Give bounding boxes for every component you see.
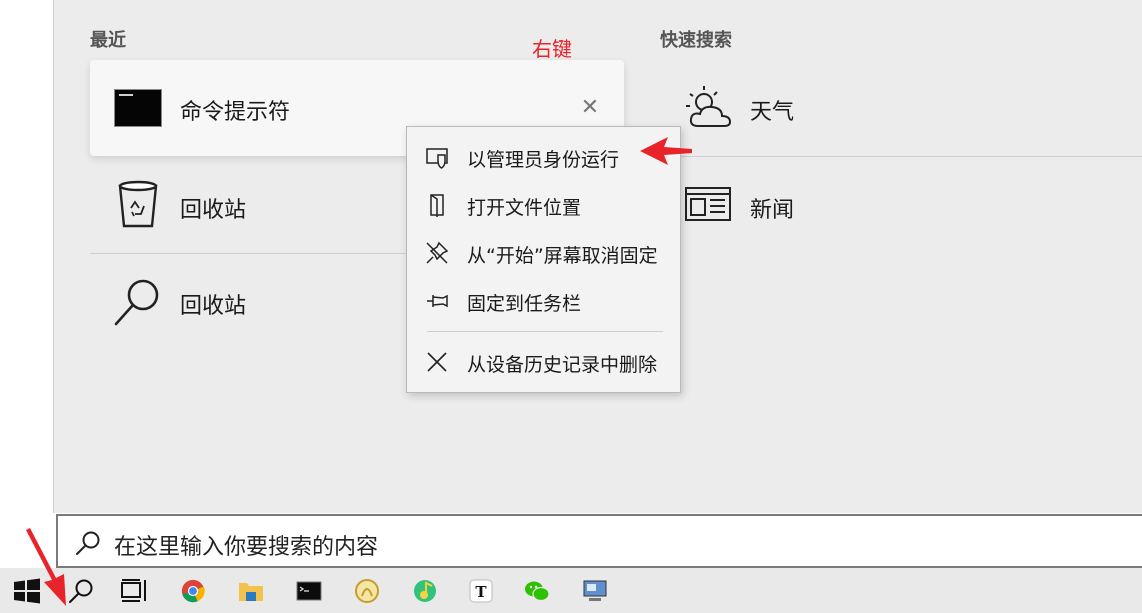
context-menu-pin-to-taskbar[interactable]: 固定到任务栏 xyxy=(407,280,680,322)
taskbar-remote-desktop[interactable] xyxy=(568,568,622,613)
context-menu-label: 固定到任务栏 xyxy=(467,293,582,315)
context-menu-label: 打开文件位置 xyxy=(467,197,582,219)
file-location-icon xyxy=(430,194,444,217)
task-view-icon xyxy=(121,579,146,602)
annotation-arrow-icon xyxy=(26,528,66,606)
close-icon xyxy=(427,352,447,372)
search-box[interactable]: 在这里输入你要搜索的内容 xyxy=(56,514,1142,568)
wechat-icon xyxy=(525,581,550,602)
close-icon[interactable]: ✕ xyxy=(578,96,602,120)
recent-item-label: 回收站 xyxy=(180,198,247,223)
command-prompt-icon xyxy=(114,89,162,127)
weather-icon xyxy=(686,86,732,127)
taskbar-qq-music[interactable] xyxy=(398,568,452,613)
taskbar-wechat[interactable] xyxy=(510,568,564,613)
search-icon xyxy=(76,531,100,555)
svg-text:T: T xyxy=(475,583,487,601)
command-prompt-icon xyxy=(296,581,322,601)
context-menu-open-file-location[interactable]: 打开文件位置 xyxy=(407,184,680,226)
taskbar-file-explorer[interactable] xyxy=(224,568,278,613)
quick-search-label: 天气 xyxy=(750,100,795,125)
recent-item-label: 回收站 xyxy=(180,294,247,319)
divider xyxy=(680,156,1142,157)
recent-item-recycle-bin[interactable]: 回收站 xyxy=(90,158,406,254)
typora-icon: T xyxy=(469,579,493,603)
quick-search-weather[interactable]: 天气 xyxy=(680,60,1142,156)
unpin-icon xyxy=(426,241,449,264)
recycle-bin-icon xyxy=(118,180,158,228)
annotation-arrow-icon xyxy=(640,137,692,165)
context-menu-unpin-from-start[interactable]: 从“开始”屏幕取消固定 xyxy=(407,232,680,274)
news-icon xyxy=(685,187,731,221)
context-menu-separator xyxy=(427,331,663,332)
left-strip xyxy=(0,0,53,568)
taskbar-chrome[interactable] xyxy=(166,568,220,613)
quick-search-news[interactable]: 新闻 xyxy=(680,158,1142,254)
recent-section-title: 最近 xyxy=(90,30,126,51)
chrome-icon xyxy=(181,579,205,603)
context-menu-remove-from-history[interactable]: 从设备历史记录中删除 xyxy=(407,341,680,383)
qq-music-icon xyxy=(414,580,436,602)
task-view-button[interactable] xyxy=(108,568,162,613)
file-explorer-icon xyxy=(239,583,263,601)
navicat-icon xyxy=(355,579,379,603)
search-input[interactable]: 在这里输入你要搜索的内容 xyxy=(114,529,378,561)
recent-item-recycle-bin-2[interactable]: 回收站 xyxy=(90,254,406,350)
quick-search-section-title: 快速搜索 xyxy=(660,30,732,51)
shield-icon xyxy=(426,148,448,169)
annotation-right-click-text: 右键 xyxy=(532,37,572,61)
taskbar-typora[interactable]: T xyxy=(454,568,508,613)
context-menu-label: 从“开始”屏幕取消固定 xyxy=(467,245,658,267)
remote-desktop-icon xyxy=(583,580,607,601)
quick-search-label: 新闻 xyxy=(750,198,795,223)
recent-item-label: 命令提示符 xyxy=(180,100,291,125)
taskbar: T xyxy=(0,568,1142,613)
taskbar-command-prompt[interactable] xyxy=(282,568,336,613)
taskbar-navicat[interactable] xyxy=(340,568,394,613)
context-menu-label: 以管理员身份运行 xyxy=(467,149,620,171)
search-icon xyxy=(114,279,159,326)
context-menu-label: 从设备历史记录中删除 xyxy=(467,354,658,376)
pin-icon xyxy=(427,294,448,308)
